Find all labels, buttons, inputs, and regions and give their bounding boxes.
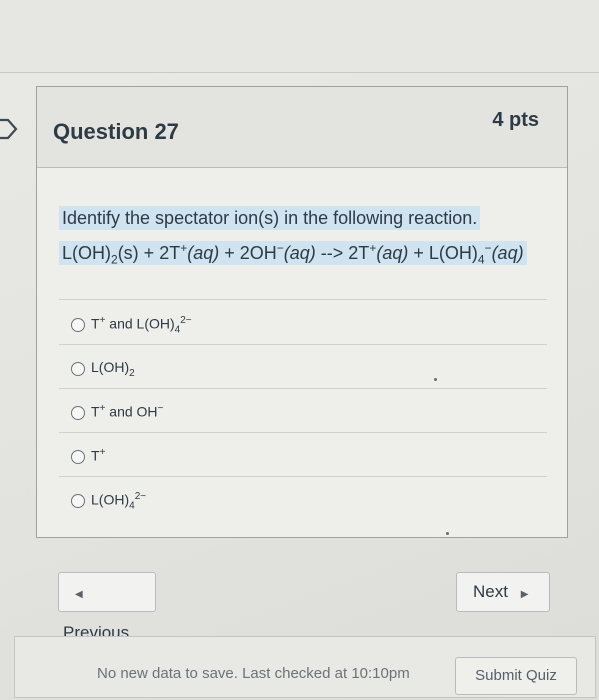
reaction-equation: L(OH)2(s) + 2T+(aq) + 2OH−(aq) --> 2T+(a… (59, 241, 527, 267)
answer-option[interactable]: L(OH)42− (59, 477, 547, 521)
screen-speck (446, 532, 449, 535)
answers-divider (59, 299, 547, 300)
next-label: Next (473, 582, 508, 601)
previous-button[interactable]: ◀ Previous (58, 572, 156, 642)
top-divider (0, 72, 599, 73)
chevron-right-icon: ▶ (520, 589, 529, 600)
radio-button[interactable] (71, 494, 85, 508)
prompt-text: Identify the spectator ion(s) in the fol… (59, 206, 481, 230)
answer-label: T+ (91, 447, 106, 464)
answer-option[interactable]: T+ and L(OH)42− (59, 301, 547, 345)
autosave-status: No new data to save. Last checked at 10:… (97, 665, 410, 682)
question-prompt: Identify the spectator ion(s) in the fol… (59, 203, 527, 275)
chevron-left-icon: ◀ (75, 589, 83, 600)
answer-label: T+ and L(OH)42− (91, 315, 192, 336)
submit-quiz-button[interactable]: Submit Quiz (455, 657, 577, 695)
radio-button[interactable] (71, 450, 85, 464)
answer-label: L(OH)2 (91, 359, 135, 379)
question-points: 4 pts (492, 109, 539, 131)
question-title: Question 27 (53, 119, 179, 144)
answer-label: L(OH)42− (91, 491, 147, 512)
answer-label: T+ and OH− (91, 403, 164, 420)
screen-speck (434, 378, 437, 381)
answer-option[interactable]: T+ and OH− (59, 389, 547, 433)
next-button[interactable]: Next ▶ (456, 572, 550, 612)
quiz-footer: No new data to save. Last checked at 10:… (14, 636, 596, 698)
arrow-marker-icon (0, 118, 18, 140)
answer-option[interactable]: T+ (59, 433, 547, 477)
radio-button[interactable] (71, 406, 85, 420)
answer-option[interactable]: L(OH)2 (59, 345, 547, 389)
question-card: Question 27 4 pts Identify the spectator… (36, 86, 568, 538)
top-band (0, 0, 599, 72)
radio-button[interactable] (71, 362, 85, 376)
radio-button[interactable] (71, 318, 85, 332)
question-header: Question 27 4 pts (37, 87, 567, 168)
